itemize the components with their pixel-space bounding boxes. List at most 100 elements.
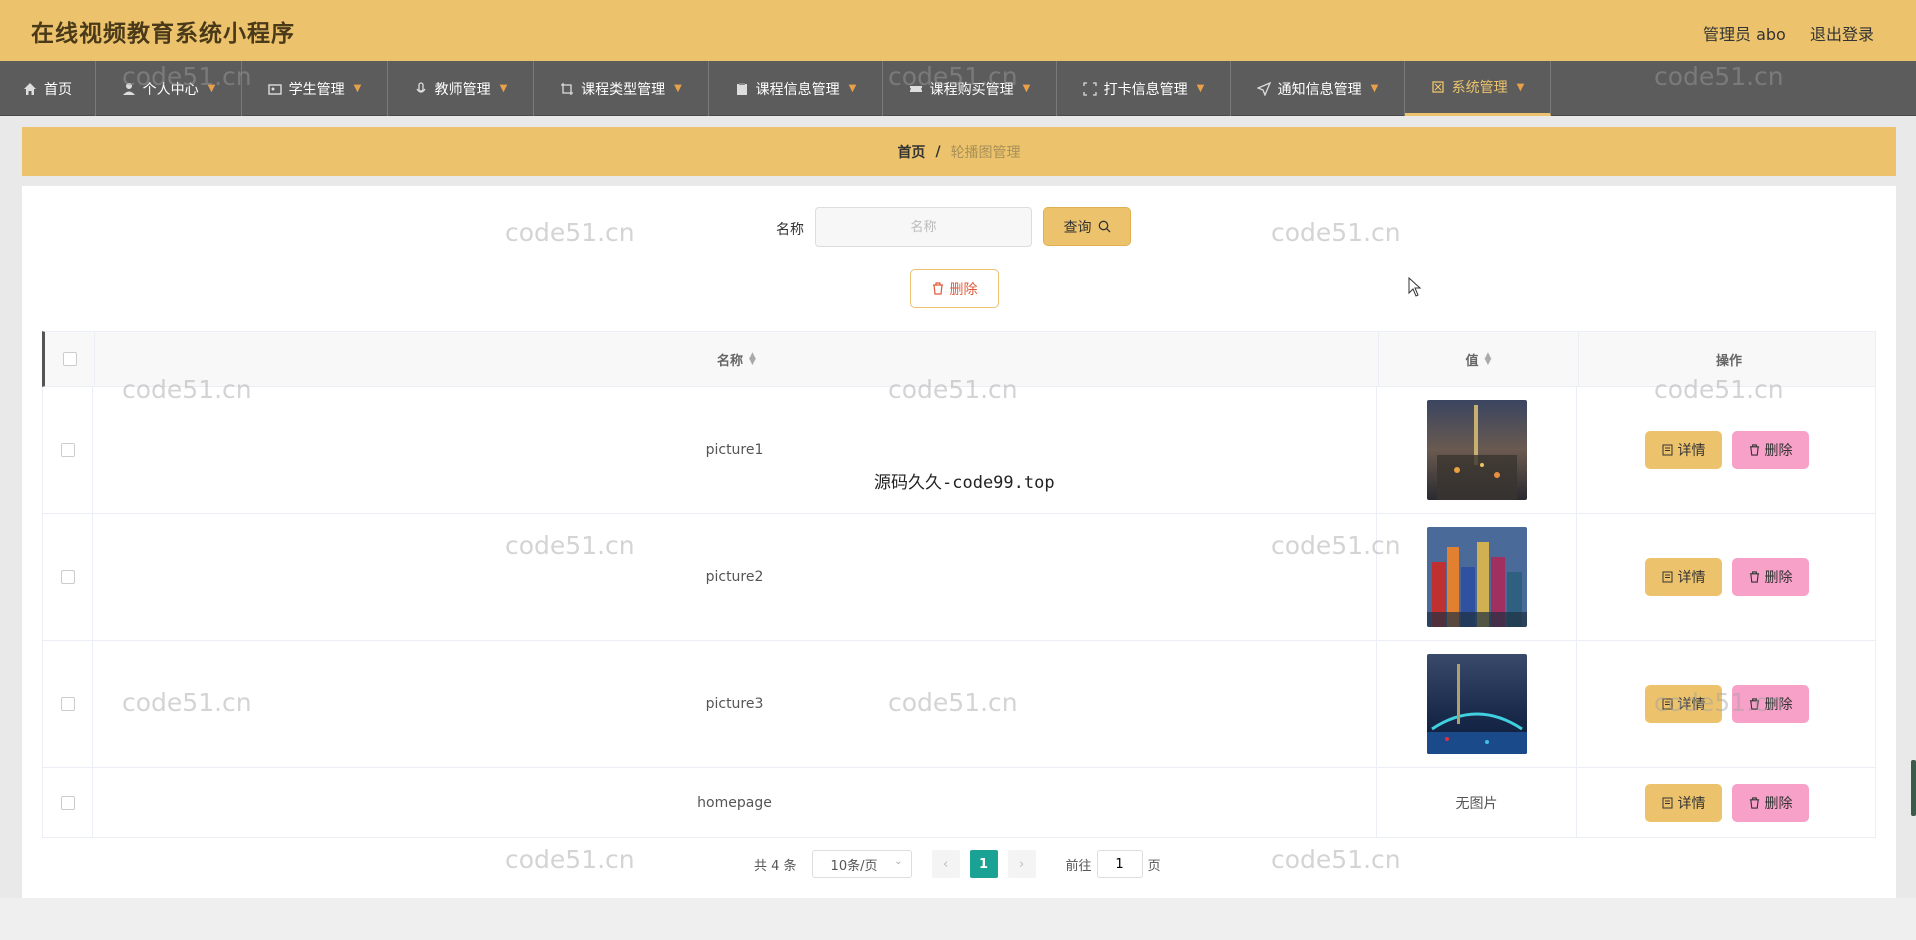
nav-item-label: 个人中心 — [142, 81, 199, 98]
select-all-checkbox[interactable] — [62, 352, 77, 366]
detail-label: 详情 — [1677, 570, 1706, 586]
nav-item-course-purchase[interactable]: 课程购买管理 ▼ — [883, 61, 1057, 116]
nav-item-course-info[interactable]: 课程信息管理 ▼ — [709, 61, 883, 116]
pagination: 共 4 条 10条/页 ⌄ ‹ 1 › 前往 页 — [754, 850, 1161, 878]
nav-item-course-type[interactable]: 课程类型管理 ▼ — [534, 61, 709, 116]
delete-button[interactable]: 删除 — [1732, 558, 1809, 596]
clipboard-icon — [736, 82, 747, 95]
nav-item-checkin[interactable]: 打卡信息管理 ▼ — [1057, 61, 1231, 116]
main-nav: 首页 个人中心 ▼ 学生管理 ▼ 教师管理 ▼ 课程类型管理 ▼ 课程信息管理 … — [0, 61, 1916, 116]
row-value — [1377, 387, 1577, 513]
chevron-down-icon: ⌄ — [894, 856, 903, 867]
setting-icon — [1431, 81, 1444, 93]
nav-item-system[interactable]: 系统管理 ▼ — [1405, 61, 1551, 116]
nav-item-label: 首页 — [44, 81, 72, 98]
detail-button[interactable]: 详情 — [1645, 431, 1722, 469]
row-checkbox[interactable] — [60, 697, 75, 711]
row-value — [1377, 514, 1577, 640]
bulk-delete-button[interactable]: 删除 — [910, 269, 999, 308]
detail-label: 详情 — [1677, 697, 1706, 713]
row-actions: 详情 删除 — [1577, 641, 1877, 767]
search-label: 名称 — [776, 222, 804, 238]
goto-page-input[interactable] — [1096, 850, 1143, 878]
pagination-total: 共 4 条 — [754, 858, 797, 874]
header-value[interactable]: 值 ▲ ▼ — [1379, 332, 1579, 386]
search-icon — [1098, 220, 1110, 233]
header-actions: 操作 — [1579, 332, 1879, 386]
delete-button[interactable]: 删除 — [1732, 685, 1809, 723]
delete-button[interactable]: 删除 — [1732, 431, 1809, 469]
delete-label: 删除 — [1764, 795, 1793, 812]
logout-link[interactable]: 退出登录 — [1810, 21, 1874, 45]
header-name[interactable]: 名称 ▲ ▼ — [95, 332, 1379, 386]
nav-item-notice[interactable]: 通知信息管理 ▼ — [1231, 61, 1405, 116]
microphone-icon — [416, 81, 426, 93]
detail-button[interactable]: 详情 — [1645, 558, 1722, 596]
nav-item-label: 通知信息管理 — [1277, 81, 1362, 98]
breadcrumb-separator: / — [935, 143, 941, 160]
table-row: picture3 详情 删除 — [42, 641, 1876, 768]
chevron-down-icon: ▼ — [207, 83, 216, 94]
nav-item-home[interactable]: 首页 — [0, 61, 96, 116]
row-actions: 详情 删除 — [1577, 387, 1877, 513]
trash-icon — [932, 282, 943, 295]
row-checkbox[interactable] — [60, 443, 75, 457]
nav-item-label: 课程购买管理 — [929, 81, 1014, 98]
id-card-icon — [267, 83, 282, 95]
row-checkbox[interactable] — [60, 570, 75, 584]
prev-page-button[interactable]: ‹ — [931, 850, 960, 878]
chevron-down-icon: ▼ — [1022, 83, 1031, 94]
header-value-label: 值 — [1465, 353, 1479, 369]
sort-icon: ▲ ▼ — [1484, 351, 1492, 367]
row-name: homepage — [93, 768, 1377, 837]
breadcrumb-current: 轮播图管理 — [950, 144, 1021, 161]
send-icon — [1256, 81, 1271, 96]
row-checkbox[interactable] — [60, 795, 75, 810]
bulk-delete-label: 删除 — [949, 281, 978, 298]
detail-label: 详情 — [1677, 443, 1706, 459]
header-actions-label: 操作 — [1715, 353, 1742, 369]
row-actions: 详情 删除 — [1577, 514, 1877, 640]
page-size-select[interactable]: 10条/页 ⌄ — [811, 850, 912, 878]
chevron-down-icon: ▼ — [353, 83, 362, 94]
thumbnail-image[interactable] — [1426, 400, 1527, 500]
chevron-down-icon: ▼ — [1370, 83, 1379, 94]
row-value-text: 无图片 — [1377, 768, 1577, 837]
thumbnail-image[interactable] — [1426, 654, 1527, 754]
nav-item-teacher[interactable]: 教师管理 ▼ — [388, 61, 534, 116]
ticket-icon — [909, 85, 922, 92]
detail-button[interactable]: 详情 — [1645, 783, 1722, 822]
search-button-label: 查询 — [1063, 219, 1092, 236]
sort-icon: ▲ ▼ — [749, 351, 756, 367]
row-actions: 详情 删除 — [1577, 768, 1877, 837]
search-input[interactable] — [815, 207, 1032, 247]
crop-icon — [561, 82, 574, 95]
row-checkbox-cell — [43, 514, 93, 640]
delete-button[interactable]: 删除 — [1732, 783, 1809, 822]
next-page-button[interactable]: › — [1007, 850, 1036, 878]
user-icon — [122, 82, 135, 95]
chevron-down-icon: ▼ — [499, 83, 508, 94]
scrollbar-handle[interactable] — [1911, 760, 1916, 816]
admin-user-label: 管理员 abo — [1703, 25, 1786, 44]
chevron-down-icon: ▼ — [848, 83, 857, 94]
row-checkbox-cell — [43, 641, 93, 767]
table-row: homepage 无图片 详情 删除 — [42, 768, 1876, 838]
delete-label: 删除 — [1764, 697, 1793, 713]
page-number-button[interactable]: 1 — [969, 850, 998, 878]
detail-label: 详情 — [1677, 795, 1706, 812]
table-row: picture1 详情 删除 — [42, 387, 1876, 514]
detail-button[interactable]: 详情 — [1645, 685, 1722, 723]
nav-item-student[interactable]: 学生管理 ▼ — [242, 61, 388, 116]
thumbnail-image[interactable] — [1426, 527, 1527, 627]
table-header: 名称 ▲ ▼ 值 ▲ ▼ 操作 — [42, 331, 1876, 387]
trash-icon — [1749, 444, 1759, 456]
row-checkbox-cell — [43, 387, 93, 513]
search-button[interactable]: 查询 — [1043, 207, 1131, 246]
breadcrumb-home[interactable]: 首页 — [897, 142, 925, 162]
chevron-down-icon: ▼ — [1516, 81, 1525, 93]
header-name-label: 名称 — [717, 353, 744, 369]
nav-item-personal-center[interactable]: 个人中心 ▼ — [96, 61, 242, 116]
document-icon — [1662, 571, 1672, 583]
delete-label: 删除 — [1764, 443, 1793, 459]
